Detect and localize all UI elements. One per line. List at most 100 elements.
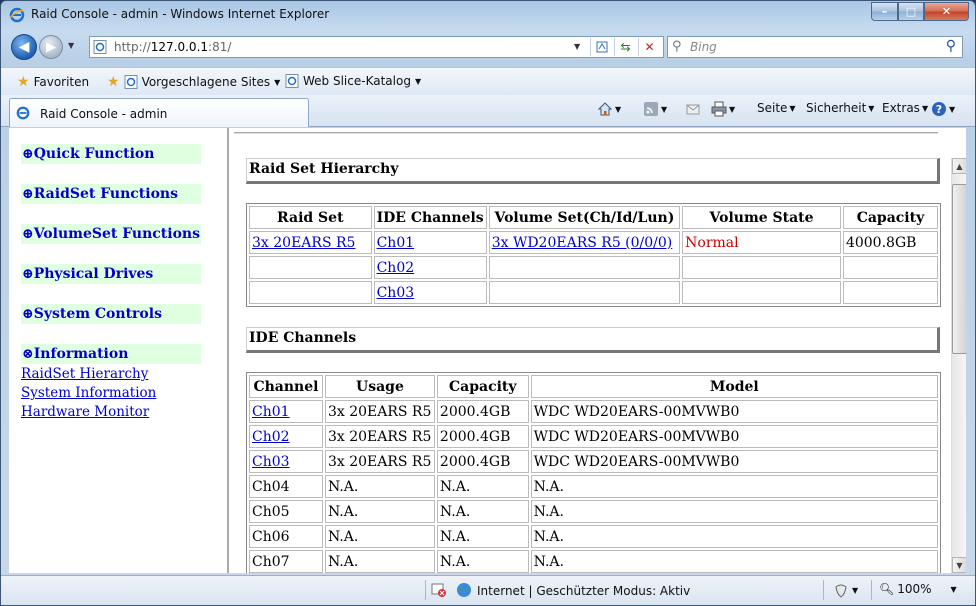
link-system-information[interactable]: System Information — [21, 385, 156, 401]
home-icon — [597, 102, 613, 116]
menu-raidset-functions[interactable]: ⊕RaidSet Functions — [21, 184, 201, 204]
suggested-sites-button[interactable]: ★ Vorgeschlagene Sites ▼ — [107, 74, 280, 90]
channel-link[interactable]: Ch02 — [252, 429, 290, 445]
stop-button[interactable]: ✕ — [638, 38, 660, 56]
table-row: Ch03 — [249, 281, 938, 304]
web-slice-gallery-button[interactable]: Web Slice-Katalog ▼ — [285, 74, 421, 88]
protected-mode-button[interactable]: ▼ — [833, 582, 858, 598]
capacity-cell: 2000.4GB — [436, 425, 529, 448]
page-menu-label: Seite — [757, 101, 788, 115]
search-box[interactable]: ⚲ Bing ⚲ — [667, 36, 963, 58]
search-input[interactable]: Bing — [690, 40, 717, 54]
chevron-down-icon: ▼ — [852, 585, 859, 595]
browser-window: Raid Console - admin - Windows Internet … — [0, 0, 976, 606]
column-header: IDE Channels — [373, 206, 487, 229]
usage-cell: 3x 20EARS R5 — [324, 425, 435, 448]
channel-link[interactable]: Ch01 — [377, 235, 415, 251]
url-text[interactable]: http://127.0.0.1:81/ — [114, 40, 231, 54]
favorites-bar: ★ Favoriten ★ Vorgeschlagene Sites ▼ Web… — [1, 67, 975, 95]
safety-menu-button[interactable]: Sicherheit ▼ — [806, 101, 874, 115]
chevron-down-icon: ▼ — [949, 104, 956, 114]
menu-volumeset-functions[interactable]: ⊕VolumeSet Functions — [21, 224, 201, 244]
capacity-cell: N.A. — [436, 525, 529, 548]
channel-link[interactable]: Ch01 — [252, 404, 290, 420]
usage-cell: N.A. — [324, 500, 435, 523]
volume-set-link[interactable]: 3x WD20EARS R5 (0/0/0) — [492, 235, 673, 251]
read-mail-button[interactable] — [685, 101, 701, 117]
maximize-button[interactable]: □ — [898, 2, 924, 21]
add-favorites-icon: ★ — [107, 74, 120, 90]
scrollbar-thumb[interactable] — [952, 184, 966, 354]
vertical-scrollbar[interactable]: ▲ ▼ — [951, 158, 966, 573]
link-hardware-monitor[interactable]: Hardware Monitor — [21, 404, 149, 420]
feeds-button[interactable]: ▼ — [643, 101, 667, 117]
search-provider-icon: ⚲ — [672, 39, 682, 54]
table-row: Ch01 3x 20EARS R5 2000.4GB WDC WD20EARS-… — [249, 400, 938, 423]
table-row: Ch04 N.A. N.A. N.A. — [249, 475, 938, 498]
page-icon — [124, 75, 138, 89]
rss-feed-icon — [644, 102, 658, 116]
page-viewport: ⊕Quick Function ⊕RaidSet Functions ⊕Volu… — [9, 128, 966, 573]
zoom-icon: 🔍︎ — [879, 582, 895, 596]
divider — [234, 132, 938, 134]
volume-state: Normal — [682, 231, 841, 254]
chevron-down-icon: ▼ — [921, 103, 929, 113]
compatibility-icon — [596, 41, 607, 53]
refresh-button[interactable]: ⇆ — [614, 38, 636, 56]
print-button[interactable]: ▼ — [711, 101, 735, 117]
channel-link[interactable]: Ch03 — [252, 454, 290, 470]
channel-link[interactable]: Ch02 — [377, 260, 415, 276]
chevron-down-icon: ▼ — [274, 77, 281, 87]
chevron-down-icon: ▼ — [729, 104, 736, 114]
column-header: Channel — [249, 375, 323, 398]
favorites-button[interactable]: ★ Favoriten — [17, 74, 89, 90]
back-button[interactable]: ◀ — [11, 34, 37, 60]
table-header-row: Raid Set IDE Channels Volume Set(Ch/Id/L… — [249, 206, 938, 229]
search-icon[interactable]: ⚲ — [946, 38, 956, 54]
table-row: Ch06 N.A. N.A. N.A. — [249, 525, 938, 548]
back-arrow-icon: ◀ — [18, 39, 30, 55]
scroll-down-button[interactable]: ▼ — [952, 557, 966, 573]
forward-button[interactable]: ▶ — [39, 35, 63, 59]
channel-cell: Ch07 — [249, 550, 323, 573]
popup-blocked-icon[interactable] — [431, 582, 447, 598]
menu-information[interactable]: ⊗Information — [21, 344, 201, 364]
raid-set-link[interactable]: 3x 20EARS R5 — [252, 235, 355, 251]
home-button[interactable]: ▼ — [597, 101, 621, 117]
page-menu-button[interactable]: Seite ▼ — [757, 101, 796, 115]
usage-cell: N.A. — [324, 475, 435, 498]
zoom-button[interactable]: 🔍︎ 100% ▼ — [879, 582, 957, 596]
address-bar[interactable]: http://127.0.0.1:81/ ▼ ⇆ ✕ — [89, 36, 664, 58]
table-row: Ch02 3x 20EARS R5 2000.4GB WDC WD20EARS-… — [249, 425, 938, 448]
security-zone-text[interactable]: Internet | Geschützter Modus: Aktiv — [477, 584, 690, 598]
menu-quick-function[interactable]: ⊕Quick Function — [21, 144, 201, 164]
raid-set-cell — [249, 256, 372, 279]
table-row: Ch07 N.A. N.A. N.A. — [249, 550, 938, 573]
tab-raid-console[interactable]: Raid Console - admin — [9, 98, 309, 127]
column-header: Volume Set(Ch/Id/Lun) — [488, 206, 681, 229]
compatibility-view-button[interactable] — [590, 38, 612, 56]
close-icon: ✕ — [941, 5, 952, 18]
close-button[interactable]: ✕ — [924, 2, 969, 21]
capacity-cell: N.A. — [436, 475, 529, 498]
volume-set-cell — [488, 256, 681, 279]
column-header: Raid Set — [249, 206, 372, 229]
link-raidset-hierarchy[interactable]: RaidSet Hierarchy — [21, 366, 148, 382]
zoom-level: 100% — [897, 582, 932, 596]
model-cell: N.A. — [530, 475, 938, 498]
model-cell: N.A. — [530, 525, 938, 548]
chevron-down-icon: ▼ — [956, 560, 963, 570]
menu-system-controls[interactable]: ⊕System Controls — [21, 304, 201, 324]
help-button[interactable]: ? ▼ — [931, 101, 955, 117]
menu-physical-drives[interactable]: ⊕Physical Drives — [21, 264, 201, 284]
divider — [823, 580, 824, 600]
channel-link[interactable]: Ch03 — [377, 285, 415, 301]
help-icon: ? — [932, 102, 946, 116]
recent-pages-dropdown-icon[interactable]: ▼ — [68, 41, 74, 50]
section-title-ide-channels: IDE Channels — [246, 327, 940, 353]
scroll-up-button[interactable]: ▲ — [952, 158, 966, 174]
title-bar[interactable]: Raid Console - admin - Windows Internet … — [1, 1, 975, 31]
minimize-button[interactable]: – — [871, 2, 898, 21]
tools-menu-button[interactable]: Extras ▼ — [882, 101, 928, 115]
address-dropdown-icon[interactable]: ▼ — [574, 42, 580, 51]
